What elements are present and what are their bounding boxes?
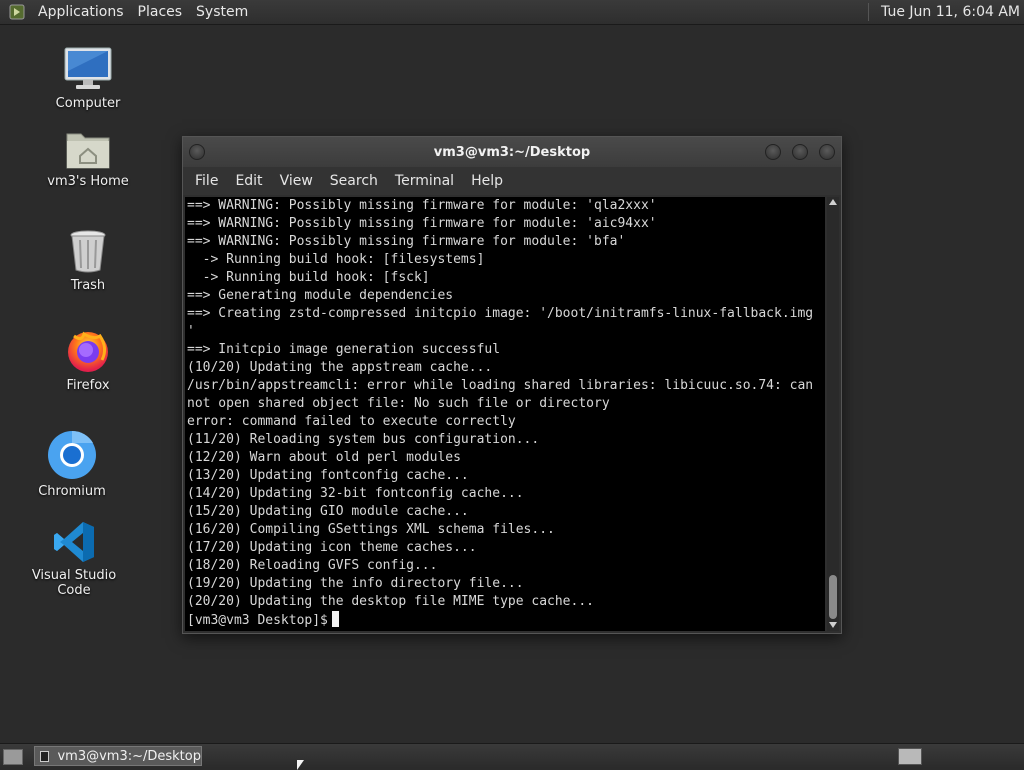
taskbar-window-label: vm3@vm3:~/Desktop bbox=[57, 748, 201, 764]
terminal-line: (15/20) Updating GIO module cache... bbox=[187, 504, 469, 519]
terminal-line: ==> WARNING: Possibly missing firmware f… bbox=[187, 216, 657, 231]
terminal-line: ' bbox=[187, 324, 195, 339]
top-panel: Applications Places System Tue Jun 11, 6… bbox=[0, 0, 1024, 25]
desktop-icon-label: Firefox bbox=[66, 378, 110, 393]
desktop-icon-home[interactable]: vm3's Home bbox=[33, 128, 143, 189]
mouse-pointer-icon bbox=[297, 760, 304, 770]
terminal-menubar: File Edit View Search Terminal Help bbox=[183, 167, 841, 195]
terminal-line: ==> WARNING: Possibly missing firmware f… bbox=[187, 234, 626, 249]
scroll-down-arrow-icon[interactable] bbox=[829, 622, 837, 628]
menu-view[interactable]: View bbox=[272, 173, 322, 189]
terminal-prompt-line[interactable]: [vm3@vm3 Desktop]$ bbox=[187, 611, 825, 629]
desktop-icon-firefox[interactable]: Firefox bbox=[33, 326, 143, 393]
terminal-line: /usr/bin/appstreamcli: error while loadi… bbox=[187, 378, 814, 393]
desktop-icon-trash[interactable]: Trash bbox=[33, 228, 143, 293]
text-cursor bbox=[331, 611, 339, 627]
terminal-line: (12/20) Warn about old perl modules bbox=[187, 450, 461, 465]
trash-icon bbox=[70, 230, 106, 273]
chromium-icon bbox=[48, 430, 96, 479]
terminal-line: (11/20) Reloading system bus configurati… bbox=[187, 432, 540, 447]
terminal-output[interactable]: ==> WARNING: Possibly missing firmware f… bbox=[185, 197, 825, 631]
menu-edit[interactable]: Edit bbox=[227, 173, 271, 189]
workspace-switcher[interactable] bbox=[898, 748, 922, 765]
desktop-icon-label: vm3's Home bbox=[47, 174, 129, 189]
window-title: vm3@vm3:~/Desktop bbox=[433, 144, 591, 160]
terminal-line: (19/20) Updating the info directory file… bbox=[187, 576, 524, 591]
minimize-button[interactable] bbox=[765, 144, 781, 160]
home-folder-icon bbox=[66, 133, 110, 169]
window-titlebar[interactable]: vm3@vm3:~/Desktop bbox=[183, 137, 841, 167]
terminal-line: (13/20) Updating fontconfig cache... bbox=[187, 468, 469, 483]
terminal-line: ==> Creating zstd-compressed initcpio im… bbox=[187, 306, 814, 321]
computer-icon bbox=[64, 47, 112, 89]
menu-system[interactable]: System bbox=[189, 4, 255, 20]
menu-terminal[interactable]: Terminal bbox=[387, 173, 463, 189]
terminal-line: (20/20) Updating the desktop file MIME t… bbox=[187, 594, 594, 609]
menu-file[interactable]: File bbox=[187, 173, 227, 189]
window-menu-button[interactable] bbox=[189, 144, 205, 160]
terminal-line: ==> Initcpio image generation successful bbox=[187, 342, 501, 357]
clock[interactable]: Tue Jun 11, 6:04 AM bbox=[881, 4, 1020, 20]
firefox-icon bbox=[68, 331, 108, 372]
desktop-icon-label: Trash bbox=[70, 278, 106, 293]
desktop-icon-label: Chromium bbox=[38, 484, 106, 499]
menu-search[interactable]: Search bbox=[322, 173, 387, 189]
bottom-panel: vm3@vm3:~/Desktop bbox=[0, 743, 1024, 768]
taskbar-window-button[interactable]: vm3@vm3:~/Desktop bbox=[34, 746, 202, 766]
terminal-prompt: [vm3@vm3 Desktop]$ bbox=[187, 613, 328, 628]
applications-logo-icon[interactable] bbox=[9, 4, 25, 20]
terminal-line: (18/20) Reloading GVFS config... bbox=[187, 558, 438, 573]
terminal-line: (17/20) Updating icon theme caches... bbox=[187, 540, 477, 555]
terminal-line: ==> Generating module dependencies bbox=[187, 288, 454, 303]
desktop-icon-label: Computer bbox=[55, 96, 121, 111]
terminal-line: -> Running build hook: [fsck] bbox=[187, 270, 430, 285]
show-desktop-icon[interactable] bbox=[3, 749, 23, 765]
terminal-icon bbox=[40, 750, 50, 762]
maximize-button[interactable] bbox=[792, 144, 808, 160]
desktop-icon-chromium[interactable]: Chromium bbox=[17, 430, 127, 499]
terminal-scrollbar[interactable] bbox=[827, 197, 839, 631]
terminal-line: -> Running build hook: [filesystems] bbox=[187, 252, 485, 267]
terminal-window[interactable]: vm3@vm3:~/Desktop File Edit View Search … bbox=[182, 136, 842, 634]
terminal-line: (16/20) Compiling GSettings XML schema f… bbox=[187, 522, 555, 537]
terminal-line: error: command failed to execute correct… bbox=[187, 414, 516, 429]
scroll-up-arrow-icon[interactable] bbox=[829, 199, 837, 205]
desktop-icon-label: Visual Studio Code bbox=[31, 568, 117, 598]
terminal-line: (14/20) Updating 32-bit fontconfig cache… bbox=[187, 486, 524, 501]
desktop-icon-computer[interactable]: Computer bbox=[33, 46, 143, 111]
terminal-line: not open shared object file: No such fil… bbox=[187, 396, 610, 411]
desktop-icon-vscode[interactable]: Visual Studio Code bbox=[19, 520, 129, 598]
terminal-line: ==> WARNING: Possibly missing firmware f… bbox=[187, 198, 657, 213]
terminal-line: (10/20) Updating the appstream cache... bbox=[187, 360, 493, 375]
close-button[interactable] bbox=[819, 144, 835, 160]
menu-applications[interactable]: Applications bbox=[31, 4, 131, 20]
vscode-icon bbox=[54, 522, 94, 562]
menu-help[interactable]: Help bbox=[463, 173, 512, 189]
scrollbar-thumb[interactable] bbox=[829, 575, 837, 619]
panel-separator bbox=[868, 3, 870, 21]
menu-places[interactable]: Places bbox=[131, 4, 190, 20]
